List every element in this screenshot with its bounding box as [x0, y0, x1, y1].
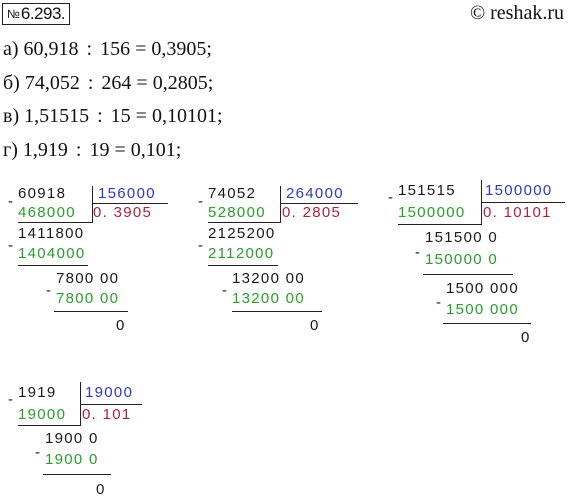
quotient: 0. 2805 [282, 204, 342, 221]
final-remainder: 0 [310, 317, 320, 334]
equation-v: в) 1,51515:15 = 0,10101; [3, 105, 223, 128]
equation-result: 0,3905; [151, 38, 212, 60]
subtraction-line [398, 224, 482, 225]
minus-sign: - [35, 444, 42, 461]
dividend: 151515 [398, 182, 456, 199]
quotient: 0. 3905 [93, 204, 153, 221]
subtraction-line [54, 311, 128, 312]
remainder: 13200 00 [232, 270, 305, 287]
number-sign: № [7, 7, 20, 21]
minus-sign: - [8, 237, 15, 254]
equation-operator: : [75, 139, 82, 161]
equation-dividend: 1,51515 [24, 105, 90, 127]
subtrahend: 468000 [18, 204, 76, 221]
equation-divisor: 19 [89, 139, 110, 161]
remainder: 2125200 [208, 225, 276, 242]
equation-result: 0,101; [130, 139, 182, 161]
remainder: 7800 00 [56, 270, 120, 287]
equation-divisor: 156 [100, 38, 131, 60]
minus-sign: - [222, 282, 229, 299]
equation-equals: = [135, 38, 147, 60]
division-bracket-vertical [92, 186, 93, 222]
subtrahend: 1900 0 [45, 451, 99, 468]
subtraction-line [443, 323, 531, 324]
subtraction-line [18, 265, 88, 266]
equation-equals: = [135, 105, 147, 127]
subtrahend: 7800 00 [56, 290, 120, 307]
subtrahend: 1404000 [18, 245, 86, 262]
divisor: 1500000 [485, 182, 553, 199]
subtrahend: 2112000 [208, 245, 275, 262]
subtraction-line [208, 265, 278, 266]
subtraction-line [18, 425, 81, 426]
remainder: 1500 000 [446, 280, 519, 297]
dividend: 60918 [18, 185, 67, 202]
long-division-v: - 151515 1500000 1500000 0. 10101 151500… [388, 180, 568, 355]
final-remainder: 0 [96, 481, 106, 498]
equation-dividend: 74,052 [24, 72, 80, 94]
equation-label: а) [3, 38, 19, 60]
quotient: 0. 101 [82, 406, 132, 423]
minus-sign: - [198, 237, 205, 254]
subtrahend: 1500 000 [446, 301, 519, 318]
equation-result: 0,2805; [152, 72, 214, 94]
divisor: 19000 [85, 384, 134, 401]
divisor: 156000 [98, 185, 156, 202]
remainder: 151500 0 [425, 229, 498, 246]
minus-sign: - [8, 391, 15, 408]
divisor: 264000 [286, 185, 344, 202]
equation-equals: = [114, 139, 126, 161]
minus-sign: - [415, 244, 422, 261]
division-bracket-horizontal [280, 203, 358, 204]
minus-sign: - [388, 189, 395, 206]
subtrahend: 1500000 [398, 204, 466, 221]
subtraction-line [208, 222, 281, 223]
final-remainder: 0 [521, 329, 531, 346]
equation-label: г) [3, 139, 18, 161]
minus-sign: - [46, 282, 53, 299]
minus-sign: - [436, 294, 443, 311]
subtraction-line [18, 222, 93, 223]
long-division-b: - 74052 264000 528000 0. 2805 2125200 - … [198, 186, 368, 361]
long-division-a: - 60918 156000 468000 0. 3905 1411800 - … [8, 186, 178, 361]
equation-label: б) [3, 72, 20, 94]
equation-operator: : [97, 105, 103, 127]
subtrahend: 13200 00 [232, 290, 305, 307]
equation-label: в) [3, 105, 20, 127]
equation-dividend: 60,918 [23, 38, 79, 60]
final-remainder: 0 [116, 317, 126, 334]
equation-g: г) 1,919:19 = 0,101; [3, 139, 181, 162]
division-bracket-horizontal [481, 202, 565, 203]
equation-b: б) 74,052:264 = 0,2805; [3, 72, 213, 95]
site-watermark: © reshak.ru [469, 2, 564, 24]
problem-number: 6.293. [20, 4, 66, 23]
problem-number-badge: № 6.293. [2, 3, 71, 25]
subtraction-line [232, 311, 322, 312]
equation-divisor: 264 [101, 72, 132, 94]
equation-equals: = [136, 72, 148, 94]
quotient: 0. 10101 [483, 204, 552, 221]
long-division-g: - 1919 19000 19000 0. 101 1900 0 - 1900 … [8, 382, 178, 500]
equation-result: 0,10101; [151, 105, 223, 127]
dividend: 74052 [208, 185, 257, 202]
subtrahend: 150000 0 [425, 251, 498, 268]
subtrahend: 528000 [208, 204, 266, 221]
equation-operator: : [86, 38, 93, 60]
equation-divisor: 15 [110, 105, 131, 127]
minus-sign: - [8, 193, 15, 210]
equation-operator: : [87, 72, 94, 94]
equation-a: а) 60,918:156 = 0,3905; [3, 38, 212, 61]
remainder: 1411800 [18, 225, 85, 242]
equation-dividend: 1,919 [22, 139, 68, 161]
minus-sign: - [198, 193, 205, 210]
subtraction-line [423, 274, 513, 275]
subtraction-line [43, 474, 111, 475]
subtrahend: 19000 [18, 406, 67, 423]
division-bracket-horizontal [80, 404, 142, 405]
dividend: 1919 [18, 384, 57, 401]
division-bracket-vertical [280, 186, 281, 222]
division-bracket-horizontal [92, 203, 168, 204]
remainder: 1900 0 [45, 430, 99, 447]
